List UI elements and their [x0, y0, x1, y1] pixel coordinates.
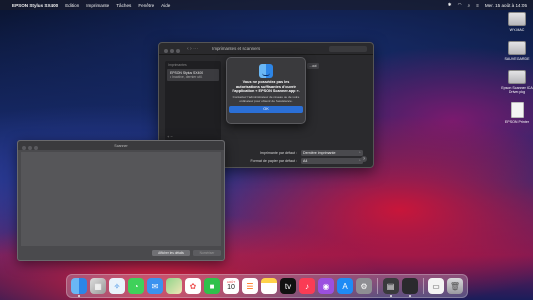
menu-imprimante[interactable]: Imprimante [86, 3, 109, 8]
hard-drive-icon [508, 12, 526, 26]
bluetooth-icon[interactable]: ✱ [448, 2, 452, 8]
printer-item[interactable]: EPSON Stylus SX400 • Inactive, dernier u… [167, 69, 219, 81]
app-store-icon[interactable]: A [337, 278, 353, 294]
photos-icon[interactable]: ✿ [185, 278, 201, 294]
app-menu[interactable]: EPSON Stylus SX400 [12, 3, 58, 8]
paper-size-label: Format de papier par défaut : [250, 159, 297, 163]
music-icon[interactable]: ♪ [299, 278, 315, 294]
ok-button[interactable]: OK [229, 106, 303, 114]
window-titlebar: ‹ › ⋯ Imprimantes et scanners [159, 43, 373, 55]
search-icon[interactable]: ⌕ [468, 3, 471, 8]
hard-drive-icon [508, 41, 526, 55]
document-icon [510, 102, 524, 118]
menubar-clock[interactable]: Mer. 15 août à 14:05 [485, 3, 527, 8]
facetime-icon[interactable]: ■ [204, 278, 220, 294]
menu-fenetre[interactable]: Fenêtre [138, 3, 154, 8]
trash-icon[interactable]: 🗑 [447, 278, 463, 294]
mail-icon[interactable]: ✉ [147, 278, 163, 294]
dock-separator [377, 278, 378, 294]
desktop-icon-scanner-driver[interactable]: Epson Scanner ICA Driver.pkg [494, 70, 533, 94]
printer-list-header: Imprimantes [168, 63, 187, 67]
menu-taches[interactable]: Tâches [116, 3, 131, 8]
menu-edition[interactable]: Edition [65, 3, 79, 8]
disk-image-icon [508, 70, 526, 84]
dock-separator [422, 278, 423, 294]
printer-list: Imprimantes EPSON Stylus SX400 • Inactiv… [165, 61, 221, 141]
messages-icon[interactable]: ◔ [128, 278, 144, 294]
safari-icon[interactable]: ✧ [109, 278, 125, 294]
default-printer-row: Imprimante par défaut : Dernière imprima… [219, 150, 363, 156]
scanner-title: Scanner [114, 143, 128, 148]
scan-preview-area[interactable] [21, 152, 221, 246]
alert-message: Vous ne possédez pas les autorisations s… [232, 80, 300, 94]
notes-icon[interactable] [261, 278, 277, 294]
scanner-titlebar: Scanner [18, 141, 224, 150]
alert-info: Contactez l'administrateur de réseau ou … [232, 94, 300, 103]
printer-icon[interactable]: ▤ [382, 278, 399, 297]
paper-size-select[interactable]: A4 [301, 158, 363, 164]
printer-status: • Inactive, dernier util. [170, 75, 203, 79]
nav-arrows-icon[interactable]: ‹ › ⋯ [187, 46, 198, 52]
scanner-app-icon[interactable] [401, 278, 418, 297]
desktop-icon-sauvegarde[interactable]: SAUVEGARDE [497, 41, 533, 61]
calendar-day: 10 [227, 284, 235, 291]
scanner-window: Scanner Afficher les détails Numériser [17, 140, 225, 261]
add-remove-buttons[interactable]: + − [167, 134, 173, 139]
paper-size-row: Format de papier par défaut : A4 [219, 158, 363, 164]
tv-icon[interactable]: tv [280, 278, 296, 294]
permission-alert-dialog: Vous ne possédez pas les autorisations s… [226, 57, 306, 124]
help-button[interactable]: ? [361, 156, 367, 162]
options-button[interactable]: ...aut [307, 63, 319, 69]
dock: ▦ ✧ ◔ ✉ ✿ ■ AOÛT 10 ☰ tv ♪ ◉ A ⚙ ▤ ▭ 🗑 [66, 274, 468, 298]
calendar-icon[interactable]: AOÛT 10 [223, 278, 239, 294]
desktop-icon-wy-mac[interactable]: WY-MAC [497, 12, 533, 32]
search-field[interactable] [329, 46, 367, 52]
default-printer-label: Imprimante par défaut : [259, 151, 297, 155]
system-preferences-icon[interactable]: ⚙ [356, 278, 372, 294]
desktop-icon-epson-printer[interactable]: EPSON Printer [497, 102, 533, 124]
maps-icon[interactable] [166, 278, 182, 294]
finder-icon[interactable] [71, 278, 87, 297]
menu-bar: EPSON Stylus SX400 Edition Imprimante Tâ… [0, 0, 533, 10]
window-title: Imprimantes et scanners [212, 46, 261, 51]
reminders-icon[interactable]: ☰ [242, 278, 258, 294]
preview-icon[interactable]: ▭ [428, 278, 444, 294]
default-printer-select[interactable]: Dernière imprimante [301, 150, 363, 156]
finder-icon [259, 64, 273, 78]
launchpad-icon[interactable]: ▦ [90, 278, 106, 294]
show-details-button[interactable]: Afficher les détails [152, 250, 190, 256]
podcasts-icon[interactable]: ◉ [318, 278, 334, 294]
window-controls[interactable] [164, 40, 182, 58]
menu-aide[interactable]: Aide [161, 3, 170, 8]
control-center-icon[interactable]: ≡ [476, 3, 479, 8]
scan-button[interactable]: Numériser [193, 250, 221, 256]
wifi-icon[interactable]: ◠ [458, 2, 462, 8]
